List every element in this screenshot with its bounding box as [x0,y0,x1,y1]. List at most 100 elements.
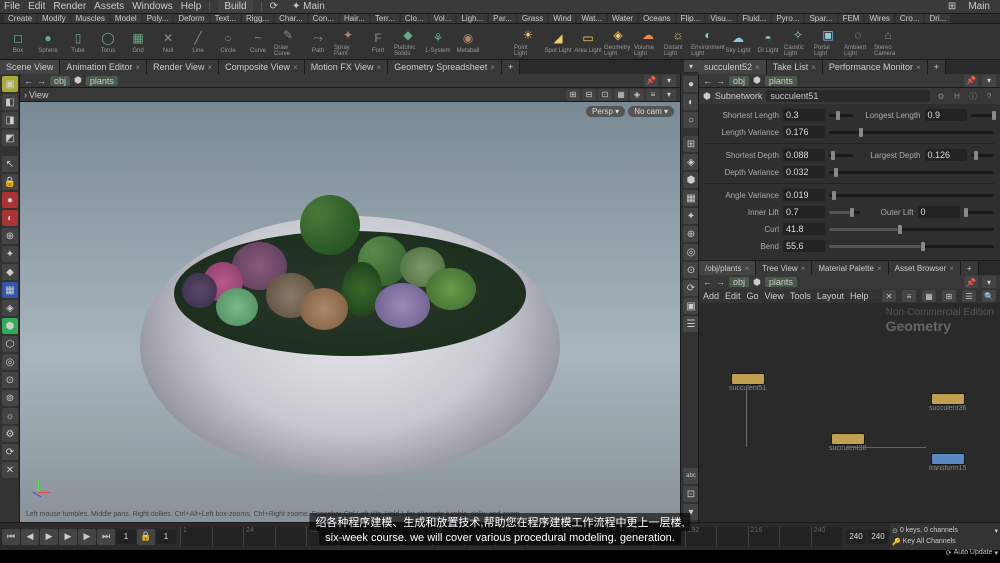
param-slider[interactable] [829,154,853,157]
close-icon[interactable]: × [916,63,921,72]
shelf-tab[interactable]: Model [111,14,141,23]
display-option-icon[interactable]: ☰ [683,316,699,332]
shelf-tool[interactable]: ~Curve [244,26,272,58]
pin-icon[interactable]: 📌 [644,75,658,87]
back-icon[interactable]: ← [703,76,712,86]
shelf-tab[interactable]: Modify [38,14,70,23]
shelf-tab[interactable]: Poly... [143,14,173,23]
shelf-tab[interactable]: FEM [839,14,864,23]
forward-icon[interactable]: → [716,76,725,86]
display-option-icon[interactable]: ⊙ [683,262,699,278]
range-lock-icon[interactable]: 🔒 [137,529,155,545]
menu-edit[interactable]: Edit [28,1,45,12]
select-tool-icon[interactable]: ▣ [2,76,18,92]
shelf-tab[interactable]: Vol... [430,14,456,23]
shelf-tab[interactable]: Dri... [925,14,950,23]
param-slider[interactable] [971,154,995,157]
shelf-tab[interactable]: Con... [309,14,338,23]
tool-icon[interactable]: ◐ [2,210,18,226]
display-option-icon[interactable]: ✦ [683,208,699,224]
shelf-tool[interactable]: ✕Null [154,26,182,58]
chevron-icon[interactable]: ▾ [994,527,998,535]
tool-icon[interactable]: ⚙ [2,426,18,442]
shelf-tab[interactable]: Text... [211,14,240,23]
path-obj[interactable]: obj [729,76,749,86]
tab-take-list[interactable]: Take List× [767,60,823,74]
shelf-tool[interactable]: ▯Tube [64,26,92,58]
tool-icon[interactable]: ● [2,192,18,208]
tool-icon[interactable]: ✦ [2,246,18,262]
tab-succulent52[interactable]: succulent52× [698,60,767,74]
shelf-tab[interactable]: Spar... [805,14,836,23]
param-value[interactable]: 0.9 [925,109,967,121]
menu-windows[interactable]: Windows [132,1,173,12]
dropdown-icon[interactable]: ▾ [982,75,996,87]
tool-icon[interactable]: ⬢ [2,318,18,334]
tab-geometry-spreadsheet[interactable]: Geometry Spreadsheet× [388,60,502,74]
camera-selector[interactable]: No cam ▾ [628,106,674,117]
help-icon[interactable]: ? [982,90,996,102]
shelf-tab[interactable]: Flip... [677,14,705,23]
shelf-tab[interactable]: Rigg... [242,14,273,23]
view-btn[interactable]: ⊡ [598,89,612,101]
param-value[interactable]: 41.8 [783,223,825,235]
display-option-icon[interactable]: ▣ [683,298,699,314]
shelf-tab[interactable]: Wat... [577,14,606,23]
display-option-icon[interactable]: ⊕ [683,226,699,242]
shelf-tool[interactable]: ▭Area Light [574,26,602,58]
tab-render-view[interactable]: Render View× [147,60,219,74]
dropdown-icon[interactable]: ▾ [982,276,996,288]
play-reverse-button[interactable]: ▶ [40,529,58,545]
shelf-tool[interactable]: ✧Caustic Light [784,26,812,58]
net-menu-go[interactable]: Go [747,291,759,301]
shelf-tab[interactable]: Fluid... [738,14,770,23]
shelf-tool[interactable]: ⚘L-System [424,26,452,58]
display-option-icon[interactable]: ⊞ [683,136,699,152]
display-option-icon[interactable]: ⬢ [683,172,699,188]
shelf-tool[interactable]: ○Circle [214,26,242,58]
display-option-icon[interactable]: ○ [683,112,699,128]
close-icon[interactable]: × [744,264,749,273]
tool-icon[interactable]: ▦ [922,290,936,302]
shelf-tab[interactable]: Char... [275,14,307,23]
tool-icon[interactable]: ⊚ [2,390,18,406]
shelf-tab[interactable]: Ligh... [457,14,487,23]
shelf-tool[interactable]: ☀Point Light [514,26,542,58]
tool-icon[interactable]: ⊙ [2,372,18,388]
forward-icon[interactable]: → [37,76,46,86]
param-slider[interactable] [829,228,994,231]
pane-menu-icon[interactable]: ▾ [684,60,698,72]
display-option-icon[interactable]: ⟳ [683,280,699,296]
tool-icon[interactable]: ◨ [2,112,18,128]
tab-motion-fx[interactable]: Motion FX View× [305,60,389,74]
display-option-icon[interactable]: ⊡ [683,486,699,502]
path-obj[interactable]: obj [50,76,70,86]
view-btn[interactable]: ⊞ [566,89,580,101]
end-frame-a[interactable]: 240 [846,530,866,544]
param-slider[interactable] [964,211,995,214]
param-slider[interactable] [829,194,994,197]
shelf-tool[interactable]: ◉Metaball [454,26,482,58]
pin-icon[interactable]: 📌 [964,75,978,87]
shelf-tool[interactable]: ◓GI Light [754,26,782,58]
auto-update-label[interactable]: Auto Update [954,549,993,556]
param-value[interactable]: 0.7 [783,206,825,218]
tool-icon[interactable]: ✕ [2,462,18,478]
close-icon[interactable]: × [377,63,382,72]
prev-frame-button[interactable]: ◀ [21,529,39,545]
menu-render[interactable]: Render [53,1,86,12]
back-icon[interactable]: ← [703,277,712,287]
close-icon[interactable]: × [811,63,816,72]
pin-icon[interactable]: 📌 [964,276,978,288]
forward-icon[interactable]: → [716,277,725,287]
shelf-tab[interactable]: Par... [489,14,516,23]
start-frame[interactable]: 1 [156,530,176,544]
channel-icon[interactable]: ⊙ [892,527,898,535]
menu-help[interactable]: Help [181,1,202,12]
tool-icon[interactable]: ◆ [2,264,18,280]
tool-icon[interactable]: ☰ [962,290,976,302]
shelf-tab[interactable]: Wires [865,14,893,23]
path-obj[interactable]: obj [729,277,749,287]
net-menu-help[interactable]: Help [850,291,869,301]
tool-icon[interactable]: ◎ [2,354,18,370]
